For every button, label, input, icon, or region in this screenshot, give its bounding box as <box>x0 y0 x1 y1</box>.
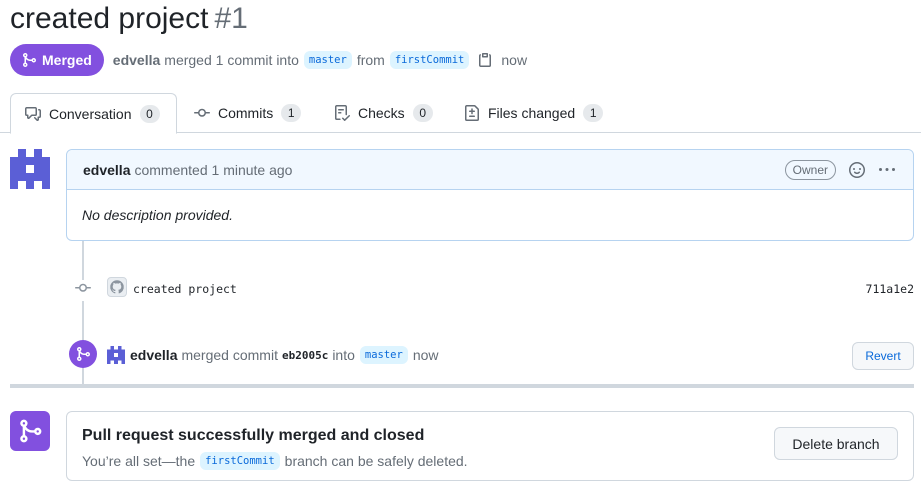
merged-state-badge: Merged <box>10 44 104 76</box>
timeline-end-divider <box>10 384 914 388</box>
copy-icon[interactable] <box>477 52 493 68</box>
pr-author-link[interactable]: edvella <box>113 52 160 68</box>
file-diff-icon <box>465 105 479 121</box>
merge-time[interactable]: now <box>413 347 439 363</box>
tab-checks-label: Checks <box>358 105 405 121</box>
tab-checks[interactable]: Checks 0 <box>320 93 447 133</box>
merge-text-1: merged commit <box>181 347 278 363</box>
delete-branch-button[interactable]: Delete branch <box>774 427 898 460</box>
owner-label: Owner <box>784 160 836 180</box>
commit-message-link[interactable]: created project <box>133 282 237 296</box>
git-commit-icon <box>72 280 94 301</box>
merge-event: edvella merged commit eb2005c into maste… <box>69 340 914 370</box>
from-text: from <box>356 52 385 68</box>
revert-button[interactable]: Revert <box>852 342 914 370</box>
tab-conversation-label: Conversation <box>49 105 132 122</box>
merged-status-title: Pull request successfully merged and clo… <box>82 427 425 444</box>
tab-files-changed-count: 1 <box>583 104 604 122</box>
smiley-icon[interactable] <box>849 162 865 183</box>
pr-tabs: Conversation 0 Commits 1 Checks 0 Files … <box>0 93 921 134</box>
pr-time: now <box>501 52 528 68</box>
head-branch-link[interactable]: firstCommit <box>389 51 470 69</box>
git-merge-icon <box>20 419 42 443</box>
merged-status-subtitle: You’re all set—the firstCommit branch ca… <box>82 452 468 470</box>
tab-commits-label: Commits <box>218 105 274 121</box>
git-commit-icon <box>194 108 210 117</box>
merge-base-branch-link[interactable]: master <box>359 346 408 364</box>
comment-author-link[interactable]: edvella <box>83 162 130 178</box>
commit-sha-link[interactable]: 711a1e2 <box>866 282 914 296</box>
merge-event-text: edvella merged commit eb2005c into maste… <box>107 346 439 364</box>
comment-timestamp[interactable]: commented 1 minute ago <box>134 162 292 178</box>
tab-commits[interactable]: Commits 1 <box>180 93 315 133</box>
pr-title-text: created project <box>10 2 209 35</box>
merged-commits-text: merged 1 commit into <box>164 52 299 68</box>
merged-status-icon <box>10 411 50 451</box>
merged-status-box: Pull request successfully merged and clo… <box>66 411 914 481</box>
merge-text-2: into <box>332 347 355 363</box>
kebab-horizontal-icon[interactable] <box>879 162 895 183</box>
tab-conversation[interactable]: Conversation 0 <box>10 93 177 134</box>
pr-number: #1 <box>214 2 248 35</box>
comment-discussion-icon <box>25 106 41 121</box>
commit-row: created project 711a1e2 <box>72 276 914 301</box>
commit-author-avatar[interactable] <box>107 277 127 297</box>
tab-files-changed-label: Files changed <box>488 105 576 121</box>
git-merge-icon <box>23 53 37 67</box>
tab-conversation-count: 0 <box>139 104 160 123</box>
base-branch-link[interactable]: master <box>303 51 352 69</box>
pr-meta: Merged edvella merged 1 commit into mast… <box>10 44 527 76</box>
merged-sub-prefix: You’re all set—the <box>82 453 196 469</box>
tab-commits-count: 1 <box>281 104 302 122</box>
merged-head-branch-link[interactable]: firstCommit <box>200 452 280 470</box>
avatar[interactable] <box>10 149 50 189</box>
merge-event-badge <box>69 340 97 368</box>
merged-state-label: Merged <box>42 52 92 68</box>
comment-box: edvella commented 1 minute ago Owner No … <box>66 149 914 241</box>
tab-files-changed[interactable]: Files changed 1 <box>450 93 617 133</box>
comment-body: No description provided. <box>82 207 233 223</box>
merge-author-link[interactable]: edvella <box>130 347 177 363</box>
checklist-icon <box>335 105 350 121</box>
tab-checks-count: 0 <box>412 104 433 122</box>
avatar[interactable] <box>107 346 125 364</box>
merge-commit-sha-link[interactable]: eb2005c <box>282 349 328 362</box>
pr-title: created project #1 <box>10 0 248 38</box>
merged-sub-suffix: branch can be safely deleted. <box>284 453 468 469</box>
git-merge-icon <box>77 347 91 361</box>
